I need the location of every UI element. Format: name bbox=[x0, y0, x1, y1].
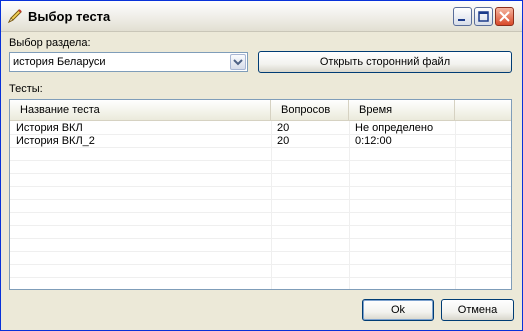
column-header-time[interactable]: Время bbox=[349, 100, 455, 120]
time-cell: Не определено bbox=[355, 122, 434, 134]
chevron-down-icon bbox=[233, 59, 243, 66]
grid-line bbox=[10, 238, 511, 239]
grid-line bbox=[10, 212, 511, 213]
section-select[interactable]: история Беларуси bbox=[9, 52, 248, 72]
maximize-icon bbox=[478, 11, 489, 22]
time-cell: 0:12:00 bbox=[355, 135, 392, 147]
dropdown-button[interactable] bbox=[230, 54, 246, 70]
dialog-window: Выбор теста Выбор раздела: история Белар… bbox=[0, 0, 523, 331]
close-icon bbox=[499, 11, 510, 22]
ok-button[interactable]: Ok bbox=[362, 299, 434, 321]
section-label: Выбор раздела: bbox=[9, 37, 91, 49]
test-name-cell: История ВКЛ_2 bbox=[16, 135, 95, 147]
grid-line bbox=[10, 186, 511, 187]
tests-list-header: Название теста Вопросов Время bbox=[10, 100, 511, 121]
column-header-questions[interactable]: Вопросов bbox=[271, 100, 349, 120]
section-select-value: история Беларуси bbox=[13, 56, 106, 68]
window-title: Выбор теста bbox=[28, 9, 111, 24]
test-name-cell: История ВКЛ bbox=[16, 122, 83, 134]
grid-line bbox=[10, 264, 511, 265]
close-button[interactable] bbox=[495, 7, 514, 26]
grid-line bbox=[10, 160, 511, 161]
table-row[interactable]: История ВКЛ 20 Не определено bbox=[10, 122, 511, 135]
table-row[interactable]: История ВКЛ_2 20 0:12:00 bbox=[10, 135, 511, 148]
title-bar[interactable]: Выбор теста bbox=[1, 1, 522, 32]
grid-line bbox=[10, 173, 511, 174]
questions-cell: 20 bbox=[277, 122, 290, 134]
minimize-icon bbox=[458, 19, 465, 21]
cancel-button[interactable]: Отмена bbox=[441, 299, 514, 321]
grid-line bbox=[10, 251, 511, 252]
minimize-button[interactable] bbox=[453, 7, 472, 26]
grid-line bbox=[10, 225, 511, 226]
questions-cell: 20 bbox=[277, 135, 290, 147]
tests-list[interactable]: Название теста Вопросов Время История ВК… bbox=[9, 99, 512, 290]
grid-line bbox=[10, 199, 511, 200]
maximize-button[interactable] bbox=[474, 7, 493, 26]
open-external-file-button[interactable]: Открыть сторонний файл bbox=[258, 51, 512, 73]
grid-line bbox=[10, 277, 511, 278]
tests-label: Тесты: bbox=[9, 83, 43, 95]
column-header-name[interactable]: Название теста bbox=[10, 100, 271, 120]
pencil-icon bbox=[7, 9, 22, 24]
